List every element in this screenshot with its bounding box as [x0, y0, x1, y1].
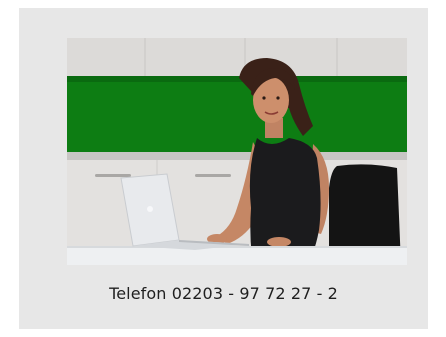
person-at-laptop-photo — [67, 38, 407, 265]
green-backsplash — [67, 76, 407, 152]
desk — [67, 246, 407, 265]
photo-illustration — [67, 38, 407, 265]
contact-card: Telefon 02203 - 97 72 27 - 2 — [19, 8, 428, 329]
phone-number-label: Telefon 02203 - 97 72 27 - 2 — [109, 284, 338, 303]
upper-cabinets — [67, 38, 407, 76]
